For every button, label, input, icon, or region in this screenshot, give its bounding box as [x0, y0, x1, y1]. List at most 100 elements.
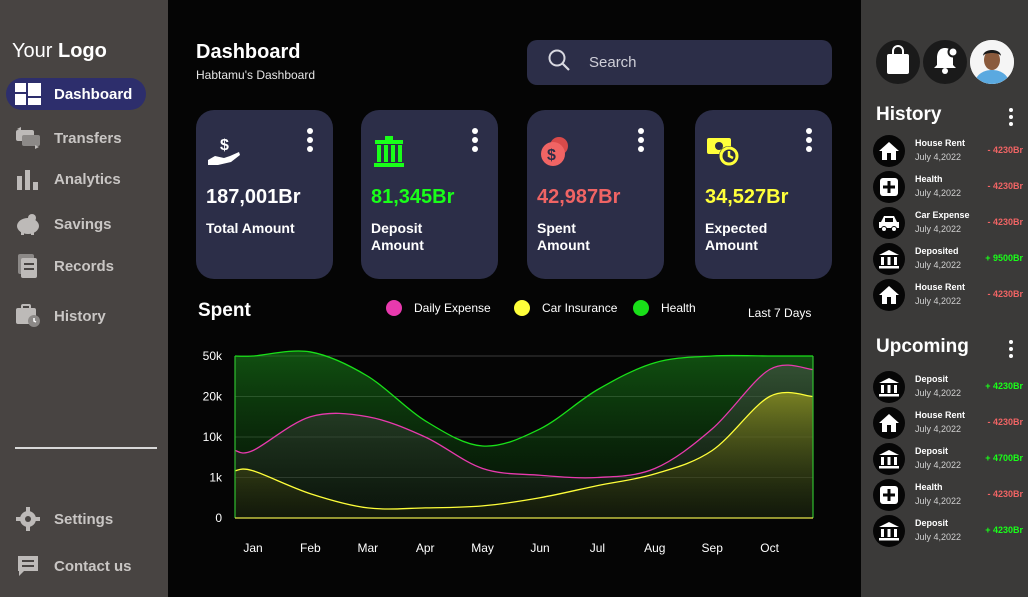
sidebar-item-analytics[interactable]: Analytics	[6, 163, 146, 195]
notifications-button[interactable]	[923, 40, 967, 84]
summary-card-total[interactable]: $ 187,001Br Total Amount	[196, 110, 333, 279]
card-label: Expected Amount	[705, 220, 768, 253]
transaction-item[interactable]: Deposit July 4,2022 + 4230Br	[873, 370, 1025, 404]
sidebar-item-label: Settings	[54, 510, 114, 528]
sidebar-item-savings[interactable]: Savings	[6, 208, 146, 240]
svg-text:$: $	[220, 137, 229, 154]
transaction-date: July 4,2022	[915, 260, 962, 270]
bell-icon	[932, 46, 959, 79]
page-title: Dashboard	[196, 41, 301, 63]
transaction-name: House Rent	[915, 410, 966, 420]
bank-building-icon	[371, 134, 407, 170]
car-icon	[873, 207, 905, 239]
range-selector[interactable]: Last 7 Days	[748, 306, 811, 320]
transaction-name: House Rent	[915, 282, 966, 292]
card-amount: 187,001Br	[206, 186, 301, 208]
transaction-date: July 4,2022	[915, 296, 962, 306]
sidebar-item-label: Transfers	[54, 129, 122, 147]
sidebar-item-settings[interactable]: Settings	[6, 503, 146, 535]
transaction-item[interactable]: Health July 4,2022 - 4230Br	[873, 170, 1025, 204]
card-label: Total Amount	[206, 220, 295, 236]
sidebar-item-label: Contact us	[54, 557, 132, 575]
legend-label: Car Insurance	[542, 301, 618, 315]
sidebar-item-records[interactable]: Records	[6, 250, 146, 282]
transaction-item[interactable]: Deposit July 4,2022 + 4230Br	[873, 514, 1025, 548]
transaction-amount: - 4230Br	[987, 181, 1023, 191]
transaction-item[interactable]: Health July 4,2022 - 4230Br	[873, 478, 1025, 512]
transaction-item[interactable]: Deposited July 4,2022 + 9500Br	[873, 242, 1025, 276]
bank-icon	[873, 515, 905, 547]
card-menu-button[interactable]	[638, 128, 644, 152]
transaction-date: July 4,2022	[915, 152, 962, 162]
legend-daily-expense: Daily Expense	[386, 300, 491, 316]
sidebar-item-label: History	[54, 307, 106, 325]
right-panel: History House Rent July 4,2022- 4230Br Hea…	[861, 0, 1028, 597]
search-bar[interactable]	[527, 40, 832, 85]
sidebar-item-contact[interactable]: Contact us	[6, 550, 146, 582]
analytics-icon	[14, 167, 42, 191]
transaction-date: July 4,2022	[915, 424, 962, 434]
transaction-amount: + 4230Br	[985, 525, 1023, 535]
transaction-date: July 4,2022	[915, 460, 962, 470]
card-menu-button[interactable]	[472, 128, 478, 152]
home-icon	[873, 407, 905, 439]
transaction-date: July 4,2022	[915, 496, 962, 506]
sidebar-item-history[interactable]: History	[6, 300, 146, 332]
history-menu-button[interactable]	[1009, 108, 1014, 126]
chart-title: Spent	[198, 300, 251, 321]
sidebar-item-label: Dashboard	[54, 85, 133, 103]
main-content: Dashboard Habtamu's Dashboard $ 187,001B…	[168, 0, 861, 597]
x-tick-label: Aug	[644, 541, 665, 555]
transaction-item[interactable]: House Rent July 4,2022 - 4230Br	[873, 406, 1025, 440]
legend-swatch	[633, 300, 649, 316]
transaction-amount: - 4230Br	[987, 217, 1023, 227]
transaction-item[interactable]: Car Expense July 4,2022 - 4230Br	[873, 206, 1025, 240]
transaction-amount: - 4230Br	[987, 145, 1023, 155]
transaction-amount: - 4230Br	[987, 417, 1023, 427]
transaction-name: Deposit	[915, 518, 949, 528]
money-clock-icon	[705, 134, 741, 170]
transaction-item[interactable]: House Rent July 4,2022 - 4230Br	[873, 134, 1025, 168]
svg-text:$: $	[547, 147, 556, 164]
sidebar-item-dashboard[interactable]: Dashboard	[6, 78, 146, 110]
logo-bold: Logo	[57, 40, 107, 62]
sidebar-item-transfers[interactable]: Transfers	[6, 122, 146, 154]
x-tick-label: Jul	[590, 541, 605, 555]
transaction-name: House Rent	[915, 138, 966, 148]
coins-icon: $	[537, 134, 573, 170]
y-tick-label: 20k	[203, 390, 223, 404]
transaction-amount: - 4230Br	[987, 289, 1023, 299]
x-tick-label: Jan	[243, 541, 262, 555]
x-tick-label: Feb	[300, 541, 321, 555]
summary-card-expected[interactable]: 34,527Br Expected Amount	[695, 110, 832, 279]
sidebar-item-label: Records	[54, 257, 115, 275]
page-subtitle: Habtamu's Dashboard	[196, 68, 316, 82]
transaction-name: Deposit	[915, 446, 949, 456]
message-icon	[14, 554, 42, 578]
x-tick-label: May	[471, 541, 494, 555]
cart-button[interactable]	[876, 40, 920, 84]
card-amount: 42,987Br	[537, 186, 621, 208]
gear-icon	[14, 507, 42, 531]
transaction-amount: - 4230Br	[987, 489, 1023, 499]
transaction-item[interactable]: House Rent July 4,2022 - 4230Br	[873, 278, 1025, 312]
sidebar: Your Logo Dashboard Transfers Analytics	[0, 0, 168, 597]
bank-icon	[873, 371, 905, 403]
transaction-item[interactable]: Deposit July 4,2022 + 4700Br	[873, 442, 1025, 476]
summary-card-spent[interactable]: $ 42,987Br Spent Amount	[527, 110, 664, 279]
card-menu-button[interactable]	[806, 128, 812, 152]
avatar[interactable]	[970, 40, 1014, 84]
transaction-name: Health	[915, 174, 943, 184]
bank-icon	[873, 443, 905, 475]
card-menu-button[interactable]	[307, 128, 313, 152]
y-tick-label: 10k	[203, 430, 223, 444]
upcoming-menu-button[interactable]	[1009, 340, 1014, 358]
y-tick-label: 0	[215, 511, 222, 525]
x-tick-label: Sep	[702, 541, 724, 555]
search-input[interactable]	[589, 54, 809, 71]
legend-car-insurance: Car Insurance	[514, 300, 617, 316]
summary-card-deposit[interactable]: 81,345Br Deposit Amount	[361, 110, 498, 279]
legend-label: Health	[661, 301, 696, 315]
legend-swatch	[514, 300, 530, 316]
sidebar-divider	[15, 447, 157, 449]
